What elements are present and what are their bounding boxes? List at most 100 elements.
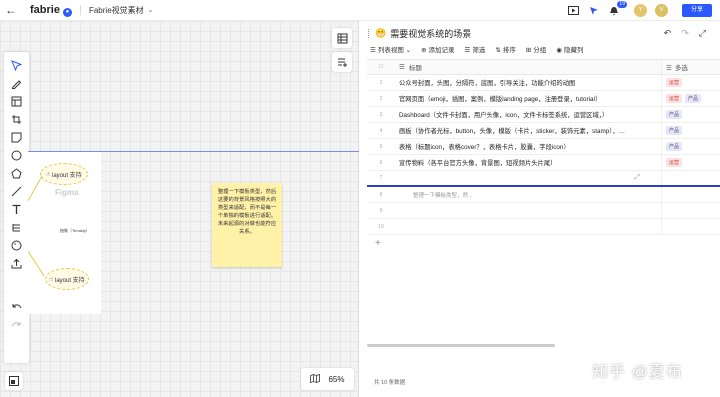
- avatar[interactable]: V: [654, 4, 668, 17]
- avatar[interactable]: Y: [633, 4, 647, 17]
- zoom-level[interactable]: 65%: [328, 375, 344, 384]
- table-row[interactable]: 3 Dashboard（文件卡封面，用户头像，icon，文件卡标签系统，运营区域，…: [367, 107, 720, 123]
- sort-label: 排序: [502, 47, 516, 54]
- row-title-cell[interactable]: 表格（标题icon，表格cover？，表格卡片，胶囊，字段icon）: [395, 139, 662, 154]
- view-label: 列表视图: [377, 47, 404, 54]
- line-icon[interactable]: [4, 182, 29, 200]
- pentagon-icon[interactable]: [4, 164, 29, 182]
- drag-handle-icon[interactable]: [368, 29, 371, 38]
- table-row[interactable]: 6 宣传物料（各平台官方头像，背景图，短视频片头片尾） 运营: [367, 155, 720, 171]
- share-button[interactable]: 分享: [681, 4, 712, 17]
- doc-title[interactable]: Fabrie视觉素材: [89, 5, 144, 16]
- hide-columns-button[interactable]: ◉ 隐藏列: [556, 44, 583, 54]
- row-title-cell[interactable]: 宣传物料（各平台官方头像，背景图，短视频片头片尾）: [395, 155, 662, 170]
- chevron-down-icon[interactable]: ⌄: [148, 6, 154, 14]
- record-count: 共 10 条数据: [374, 380, 406, 386]
- cursor-share-icon[interactable]: [588, 5, 600, 17]
- undo-icon[interactable]: ↶: [664, 28, 672, 39]
- figma-text: Figma: [55, 188, 79, 197]
- column-multiselect-label: 多选: [674, 65, 688, 72]
- expand-row-icon[interactable]: ⤢: [634, 174, 640, 182]
- table-view-icon[interactable]: [332, 28, 352, 48]
- hand-icon: ☝: [49, 276, 53, 283]
- row-tags-cell[interactable]: 运营: [662, 78, 683, 87]
- row-title-cell[interactable]: Dashboard（文件卡封面，用户头像，icon，文件卡标签系统，运营区域，）: [395, 107, 662, 122]
- tag-pill: 产品: [685, 94, 702, 103]
- table-row[interactable]: 1 公众号封面，头图，分隔符，底图，引导关注，功能介绍的动图 运营: [367, 75, 720, 91]
- panel-actions: ↶ ↷ ⤢: [664, 28, 706, 39]
- add-record-label: 添加记录: [428, 47, 455, 54]
- row-title-cell[interactable]: 公众号封面，头图，分隔符，底图，引导关注，功能介绍的动图: [395, 75, 662, 90]
- brand-dot-icon: ●: [62, 7, 72, 17]
- row-title-cell[interactable]: [395, 171, 662, 185]
- frame-icon[interactable]: [4, 92, 29, 110]
- row-number: 8: [379, 191, 383, 198]
- group-icon: ⊞: [525, 47, 532, 54]
- select-cursor-icon[interactable]: [4, 56, 29, 74]
- expand-icon[interactable]: ⤢: [699, 28, 706, 39]
- column-title-label: 标题: [408, 65, 422, 72]
- row-title-cell[interactable]: [395, 219, 662, 234]
- row-title-cell[interactable]: 官网页面（emoji，插图，案例，模版landing page，注册登录，tut…: [395, 91, 662, 106]
- row-number: 4: [379, 127, 383, 134]
- present-icon[interactable]: [568, 5, 580, 17]
- brand-logo[interactable]: fabrie ●: [30, 4, 72, 17]
- layout-oval-note[interactable]: ☝ layout 支持: [45, 268, 89, 290]
- row-tags-cell[interactable]: 运营 产品: [662, 94, 702, 103]
- row-tags-cell[interactable]: 产品: [662, 142, 683, 151]
- map-icon[interactable]: [310, 373, 321, 385]
- view-switch[interactable]: ☰ 列表视图 ⌄: [370, 44, 411, 54]
- row-title-cell[interactable]: 整理一下模板类型，然...: [395, 187, 662, 202]
- data-table: ☐ ☰ 标题 ☰ 多选 1 公众号封面，头图，分隔符，底图，引导关注，功能介绍的动图运…: [367, 59, 720, 251]
- row-tags-cell[interactable]: 产品: [662, 110, 683, 119]
- circle-icon[interactable]: [4, 146, 29, 164]
- sticky-note-icon[interactable]: [4, 128, 29, 146]
- undo-icon[interactable]: [4, 298, 29, 316]
- row-number: 7: [379, 175, 383, 181]
- table-row[interactable]: 8 整理一下模板类型，然...: [367, 187, 720, 203]
- group-label: 分组: [533, 47, 547, 54]
- add-row-button[interactable]: +: [367, 235, 720, 251]
- bell-icon[interactable]: 19: [608, 0, 627, 17]
- add-record-button[interactable]: ⊕ 添加记录: [421, 44, 454, 54]
- mindmap-icon[interactable]: [4, 218, 29, 236]
- table-row[interactable]: 7 ⤢: [367, 171, 720, 187]
- redo-icon[interactable]: ↷: [681, 28, 689, 39]
- select-all-checkbox[interactable]: ☐: [367, 64, 395, 70]
- table-row[interactable]: 10: [367, 219, 720, 235]
- oval-label: layout 支持: [51, 172, 82, 179]
- tag-pill: 产品: [666, 110, 683, 119]
- zoom-control[interactable]: 65%: [301, 368, 354, 390]
- minimap-icon[interactable]: [5, 372, 23, 390]
- text-icon[interactable]: [4, 200, 29, 218]
- filter-button[interactable]: ☰ 筛选: [465, 44, 486, 54]
- row-number: 9: [379, 207, 383, 214]
- group-button[interactable]: ⊞ 分组: [526, 44, 546, 54]
- filter-label: 筛选: [472, 47, 486, 54]
- row-title-cell[interactable]: 画板（协作者光标，button，头像，模版（卡片，sticker，装饰元素，st…: [395, 123, 662, 138]
- pen-icon[interactable]: [4, 74, 29, 92]
- row-tags-cell[interactable]: 运营: [662, 158, 683, 167]
- table-header: ☐ ☰ 标题 ☰ 多选: [367, 59, 720, 75]
- row-tags-cell[interactable]: 产品: [662, 126, 683, 135]
- palette-icon[interactable]: [4, 236, 29, 254]
- crop-icon[interactable]: [4, 110, 29, 128]
- row-title-cell[interactable]: [395, 203, 662, 218]
- sticky-note[interactable]: 整理一下模板类型，然后这要的背景风格按照大的类型来适配，而不是每一个单独的模板进…: [212, 183, 282, 267]
- row-number: 1: [379, 79, 383, 86]
- column-header-multiselect[interactable]: ☰ 多选: [662, 62, 688, 72]
- tag-pill: 运营: [666, 94, 683, 103]
- table-row[interactable]: 4 画板（协作者光标，button，头像，模版（卡片，sticker，装饰元素，s…: [367, 123, 720, 139]
- panel-title-text: 需要视觉系统的场景: [390, 29, 472, 39]
- horizontal-scrollbar[interactable]: [367, 344, 555, 347]
- add-list-icon[interactable]: [332, 52, 352, 72]
- redo-icon[interactable]: [4, 316, 29, 334]
- back-arrow-icon[interactable]: ←: [0, 3, 22, 17]
- upload-icon[interactable]: [4, 254, 29, 272]
- table-row[interactable]: 2 官网页面（emoji，插图，案例，模版landing page，注册登录，tu…: [367, 91, 720, 107]
- column-header-title[interactable]: ☰ 标题: [395, 60, 662, 74]
- whiteboard-canvas[interactable]: ☝ layout 支持 Figma 抽象（Tenably） ☝ layout 支持 …: [0, 21, 359, 397]
- table-row[interactable]: 5 表格（标题icon，表格cover？，表格卡片，胶囊，字段icon） 产品: [367, 139, 720, 155]
- sort-button[interactable]: ⇅ 排序: [495, 44, 515, 54]
- table-row[interactable]: 9: [367, 203, 720, 219]
